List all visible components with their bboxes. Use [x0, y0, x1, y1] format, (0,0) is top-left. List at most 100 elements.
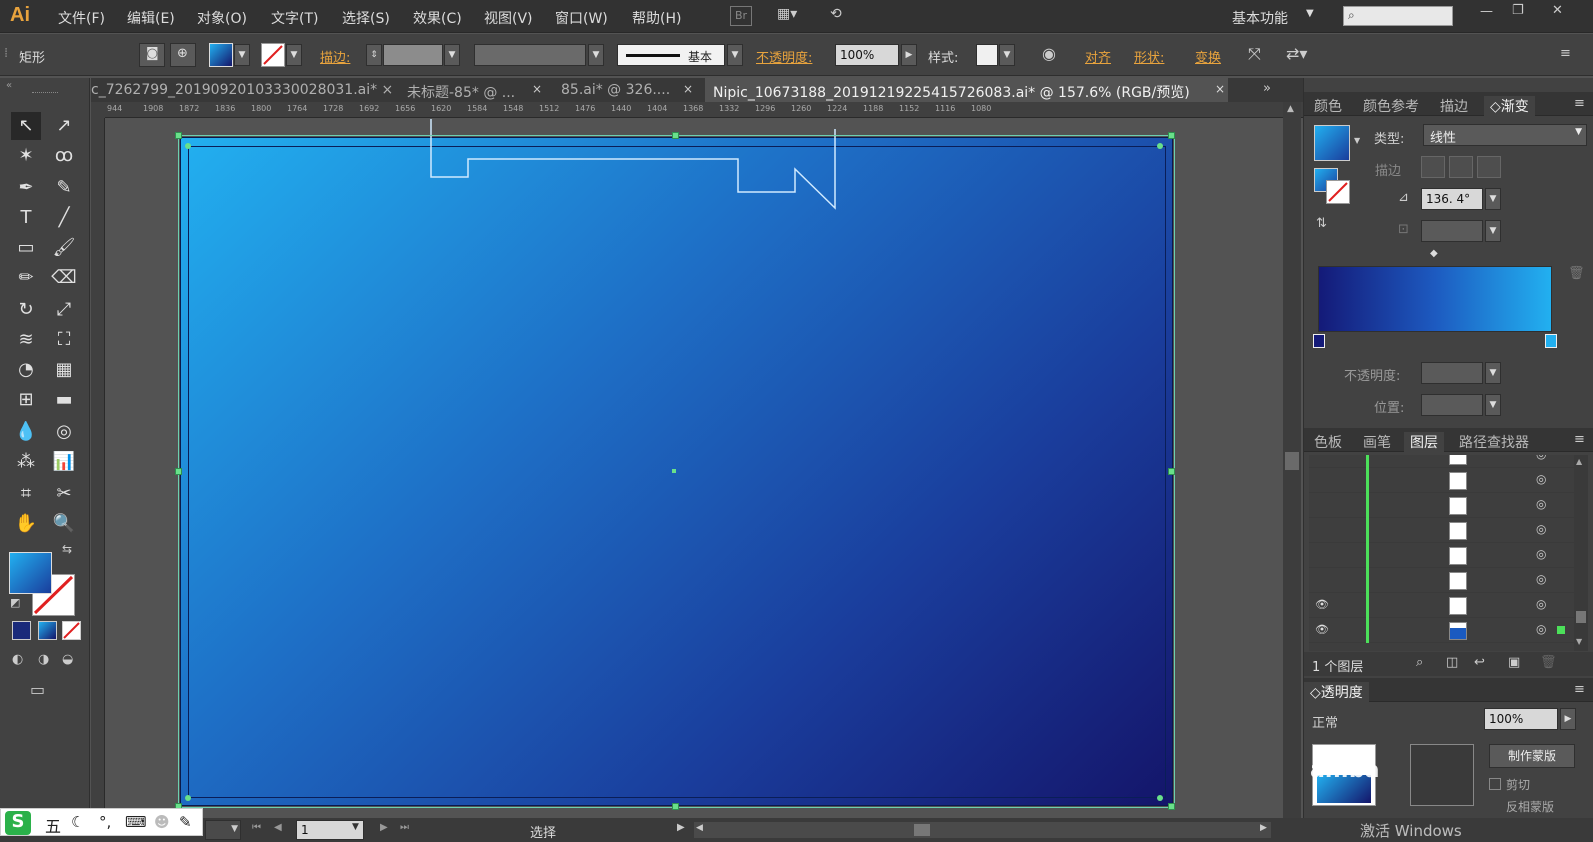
locate-object-icon[interactable]: ⌕ [1416, 655, 1423, 670]
stop-opacity-dropdown[interactable]: ▼ [1485, 362, 1501, 384]
search-input[interactable]: ⌕ [1343, 6, 1453, 26]
gradient-tool-icon[interactable]: ▬ [49, 386, 79, 414]
variable-width-profile[interactable] [474, 44, 586, 66]
workspace-switcher[interactable]: 基本功能 [1232, 8, 1288, 28]
layer-row[interactable]: ◎ [1309, 543, 1575, 568]
bounding-handle[interactable] [1168, 132, 1175, 139]
delete-stop-icon[interactable]: 🗑 [1568, 266, 1585, 281]
tab-color[interactable]: 颜色 [1314, 96, 1342, 116]
bounding-handle[interactable] [1168, 468, 1175, 475]
pencil-tool-icon[interactable]: ✏ [11, 264, 41, 292]
vertical-scrollbar[interactable]: ▲ [1283, 102, 1301, 818]
scroll-left-icon[interactable]: ◀ [696, 823, 703, 833]
draw-inside-icon[interactable]: ◒ [62, 652, 73, 667]
stroke-swatch[interactable] [261, 43, 285, 67]
ruler-origin[interactable] [91, 102, 105, 118]
menu-effect[interactable]: 效果(C) [413, 8, 462, 28]
bounding-handle[interactable] [672, 132, 679, 139]
line-tool-icon[interactable]: ╱ [49, 204, 79, 232]
tab-gradient[interactable]: ◇渐变 [1484, 96, 1535, 116]
artboard-tool-icon[interactable]: ⌗ [11, 480, 41, 508]
gradient-presets-dropdown[interactable]: ▼ [1354, 136, 1360, 145]
width-tool-icon[interactable]: ≋ [11, 326, 41, 354]
tab-pathfinder[interactable]: 路径查找器 [1459, 432, 1529, 452]
selection-indicator[interactable] [1557, 626, 1565, 634]
rotate-tool-icon[interactable]: ↻ [11, 296, 41, 324]
layer-row[interactable]: 👁 ◎ [1309, 593, 1575, 618]
brush-definition[interactable]: 基本 [617, 44, 725, 66]
lasso-tool-icon[interactable]: ꝏ [49, 142, 79, 170]
color-mode-button[interactable] [12, 621, 31, 640]
next-artboard-icon[interactable]: ▶ [380, 822, 388, 833]
clip-checkbox[interactable] [1489, 778, 1501, 790]
workspace-chevron-icon[interactable]: ▼ [1306, 8, 1314, 19]
aspect-ratio-input[interactable] [1421, 220, 1483, 242]
layer-row[interactable]: ◎ [1309, 568, 1575, 593]
transparency-opacity-input[interactable]: 100% [1484, 708, 1558, 730]
corner-widget[interactable] [185, 795, 191, 801]
close-tab-icon[interactable]: × [683, 82, 693, 96]
scale-tool-icon[interactable]: ⤢ [49, 296, 79, 324]
type-tool-icon[interactable]: T [11, 204, 41, 232]
aspect-ratio-dropdown[interactable]: ▼ [1485, 220, 1501, 242]
transform-link[interactable]: 变换 [1195, 47, 1221, 66]
stroke-dropdown[interactable]: ▼ [286, 44, 302, 66]
restore-icon[interactable]: ❐ [1512, 3, 1524, 18]
ime-mode[interactable]: 五 [45, 813, 61, 837]
corner-widget[interactable] [1157, 795, 1163, 801]
zoom-select[interactable]: ▼ [205, 820, 241, 840]
eyedropper-tool-icon[interactable]: 💧 [11, 418, 41, 446]
new-sublayer-icon[interactable]: ↩ [1474, 655, 1485, 670]
corner-widget[interactable] [185, 143, 191, 149]
reverse-gradient-icon[interactable]: ⇅ [1316, 216, 1327, 231]
blend-mode-select[interactable]: 正常 [1312, 712, 1338, 731]
menu-object[interactable]: 对象(O) [197, 8, 247, 28]
close-tab-icon[interactable]: × [1215, 82, 1225, 96]
gradient-stop-right[interactable] [1545, 334, 1557, 348]
make-mask-button[interactable]: 制作蒙版 [1489, 744, 1575, 768]
arrange-documents-icon[interactable]: ▦▾ [777, 6, 811, 26]
opacity-label[interactable]: 不透明度: [756, 47, 812, 66]
tab-layers[interactable]: 图层 [1404, 432, 1444, 452]
selection-bounding-box[interactable] [178, 135, 1175, 808]
menu-select[interactable]: 选择(S) [342, 8, 390, 28]
clipping-mask-icon[interactable]: ◫ [1446, 655, 1458, 670]
tab-document-1[interactable]: c_7262799_20190920103330028031.ai* × [91, 78, 393, 102]
perspective-grid-tool-icon[interactable]: ▦ [49, 356, 79, 384]
fill-swatch[interactable] [209, 43, 233, 67]
target-circle-icon[interactable]: ◎ [1536, 472, 1546, 486]
screen-mode-icon[interactable]: ▭ [30, 680, 45, 699]
none-mode-button[interactable] [62, 621, 81, 640]
collapse-icon[interactable]: « [6, 80, 12, 91]
target-circle-icon[interactable]: ◎ [1536, 522, 1546, 536]
scroll-thumb[interactable] [914, 824, 930, 836]
menu-view[interactable]: 视图(V) [484, 8, 533, 28]
column-graph-tool-icon[interactable]: 📊 [49, 448, 79, 476]
panel-menu-icon[interactable]: ≡ [1560, 46, 1571, 61]
transparency-opacity-dropdown[interactable]: ▶ [1560, 708, 1576, 730]
zoom-tool-icon[interactable]: 🔍 [49, 510, 79, 538]
scroll-up-icon[interactable]: ▲ [1287, 104, 1294, 114]
tab-stroke[interactable]: 描边 [1440, 96, 1468, 116]
horizontal-scrollbar[interactable]: ◀ ▶ [694, 822, 1271, 838]
first-artboard-icon[interactable]: ⏮ [252, 822, 261, 833]
pen-tool-icon[interactable]: ✒ [11, 174, 41, 202]
bounding-handle[interactable] [175, 132, 182, 139]
isolate-button[interactable]: ◙ [139, 43, 165, 67]
fill-dropdown[interactable]: ▼ [234, 44, 250, 66]
prev-artboard-icon[interactable]: ◀ [274, 822, 282, 833]
scroll-thumb[interactable] [1285, 452, 1299, 470]
free-transform-tool-icon[interactable]: ⛶ [49, 326, 79, 354]
default-colors-icon[interactable]: ◩ [10, 596, 20, 609]
align-link[interactable]: 对齐 [1085, 47, 1111, 66]
stop-location-input[interactable] [1421, 394, 1483, 416]
bounding-handle[interactable] [672, 803, 679, 810]
panel-menu-icon[interactable]: ≡ [1574, 96, 1585, 111]
symbol-sprayer-tool-icon[interactable]: ⁂ [11, 448, 41, 476]
bounding-handle[interactable] [1168, 803, 1175, 810]
mesh-tool-icon[interactable]: ⊞ [11, 386, 41, 414]
user-icon[interactable]: ☻ [154, 813, 170, 831]
tab-document-active[interactable]: Nipic_10673188_20191219225415726083.ai* … [705, 78, 1228, 102]
tab-color-guide[interactable]: 颜色参考 [1363, 96, 1419, 116]
sogou-logo-icon[interactable]: S [5, 811, 31, 835]
